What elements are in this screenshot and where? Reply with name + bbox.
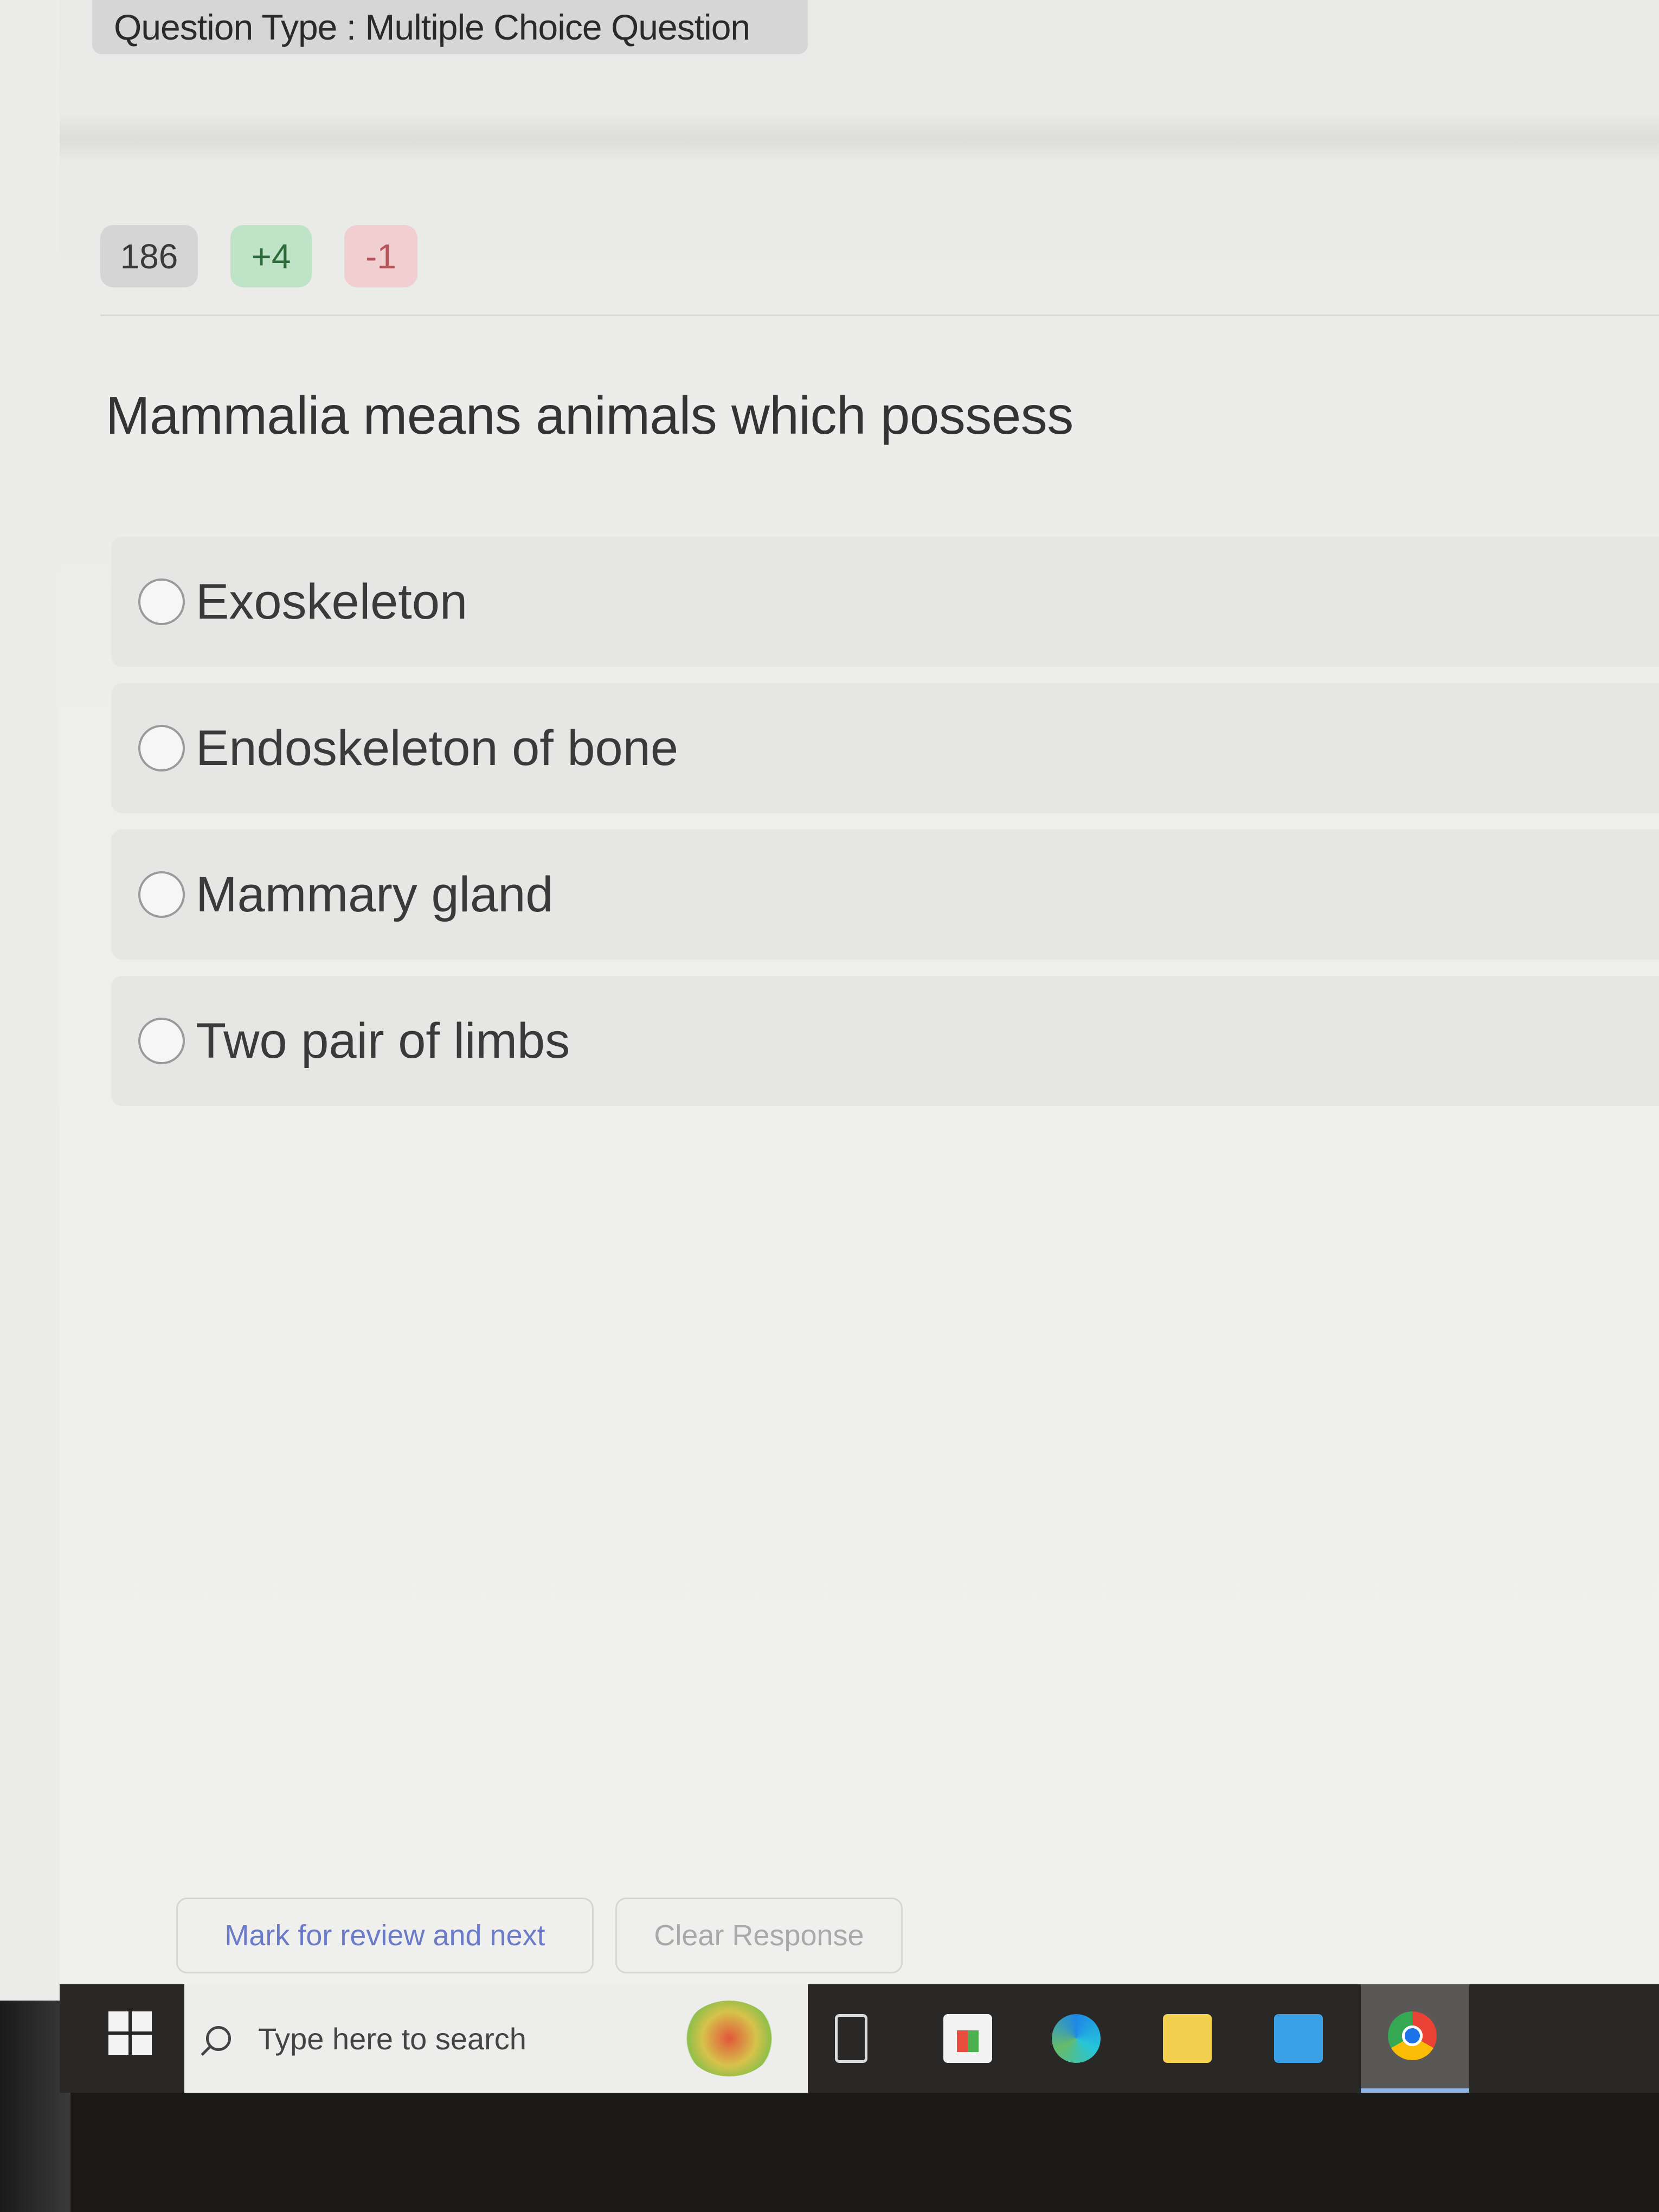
option-label: Endoskeleton of bone bbox=[196, 720, 679, 776]
question-type-label: Question Type : Multiple Choice Question bbox=[92, 0, 808, 54]
option-label: Exoskeleton bbox=[196, 574, 468, 629]
action-buttons: Mark for review and next Clear Response bbox=[176, 1898, 903, 1973]
search-placeholder: Type here to search bbox=[258, 2021, 526, 2056]
question-text: Mammalia means animals which possess bbox=[106, 385, 1073, 445]
mail-icon[interactable] bbox=[1274, 2014, 1323, 2063]
taskbar-search-box[interactable]: Type here to search bbox=[184, 1984, 808, 2093]
radio-button[interactable] bbox=[138, 871, 185, 918]
question-badges: 186 +4 -1 bbox=[100, 225, 417, 287]
radio-button[interactable] bbox=[138, 1018, 185, 1064]
positive-marks-badge: +4 bbox=[230, 225, 312, 287]
answer-options: Exoskeleton Endoskeleton of bone Mammary… bbox=[111, 537, 1659, 1122]
option-c[interactable]: Mammary gland bbox=[111, 829, 1659, 960]
radio-button[interactable] bbox=[138, 725, 185, 771]
divider bbox=[100, 314, 1659, 316]
option-b[interactable]: Endoskeleton of bone bbox=[111, 683, 1659, 813]
microsoft-store-icon[interactable] bbox=[943, 2014, 992, 2063]
option-label: Mammary gland bbox=[196, 866, 554, 922]
search-highlight-icon[interactable] bbox=[683, 2001, 775, 2076]
search-icon bbox=[206, 2026, 231, 2051]
negative-marks-badge: -1 bbox=[344, 225, 417, 287]
exam-screen: Question Type : Multiple Choice Question… bbox=[0, 0, 1659, 2001]
mark-for-review-button[interactable]: Mark for review and next bbox=[176, 1898, 594, 1973]
option-label: Two pair of limbs bbox=[196, 1013, 570, 1069]
option-a[interactable]: Exoskeleton bbox=[111, 537, 1659, 667]
exam-panel: Question Type : Multiple Choice Question… bbox=[60, 0, 1659, 2001]
task-view-icon[interactable] bbox=[835, 2014, 867, 2063]
windows-start-icon[interactable] bbox=[108, 2011, 152, 2055]
radio-button[interactable] bbox=[138, 578, 185, 625]
option-d[interactable]: Two pair of limbs bbox=[111, 976, 1659, 1106]
taskbar: Type here to search bbox=[60, 1984, 1659, 2093]
clear-response-button[interactable]: Clear Response bbox=[615, 1898, 903, 1973]
question-number-badge: 186 bbox=[100, 225, 198, 287]
header-band bbox=[60, 114, 1659, 163]
edge-icon[interactable] bbox=[1052, 2014, 1101, 2063]
chrome-icon bbox=[1388, 2011, 1437, 2060]
chrome-taskbar-item[interactable] bbox=[1361, 1984, 1469, 2093]
file-explorer-icon[interactable] bbox=[1163, 2014, 1212, 2063]
